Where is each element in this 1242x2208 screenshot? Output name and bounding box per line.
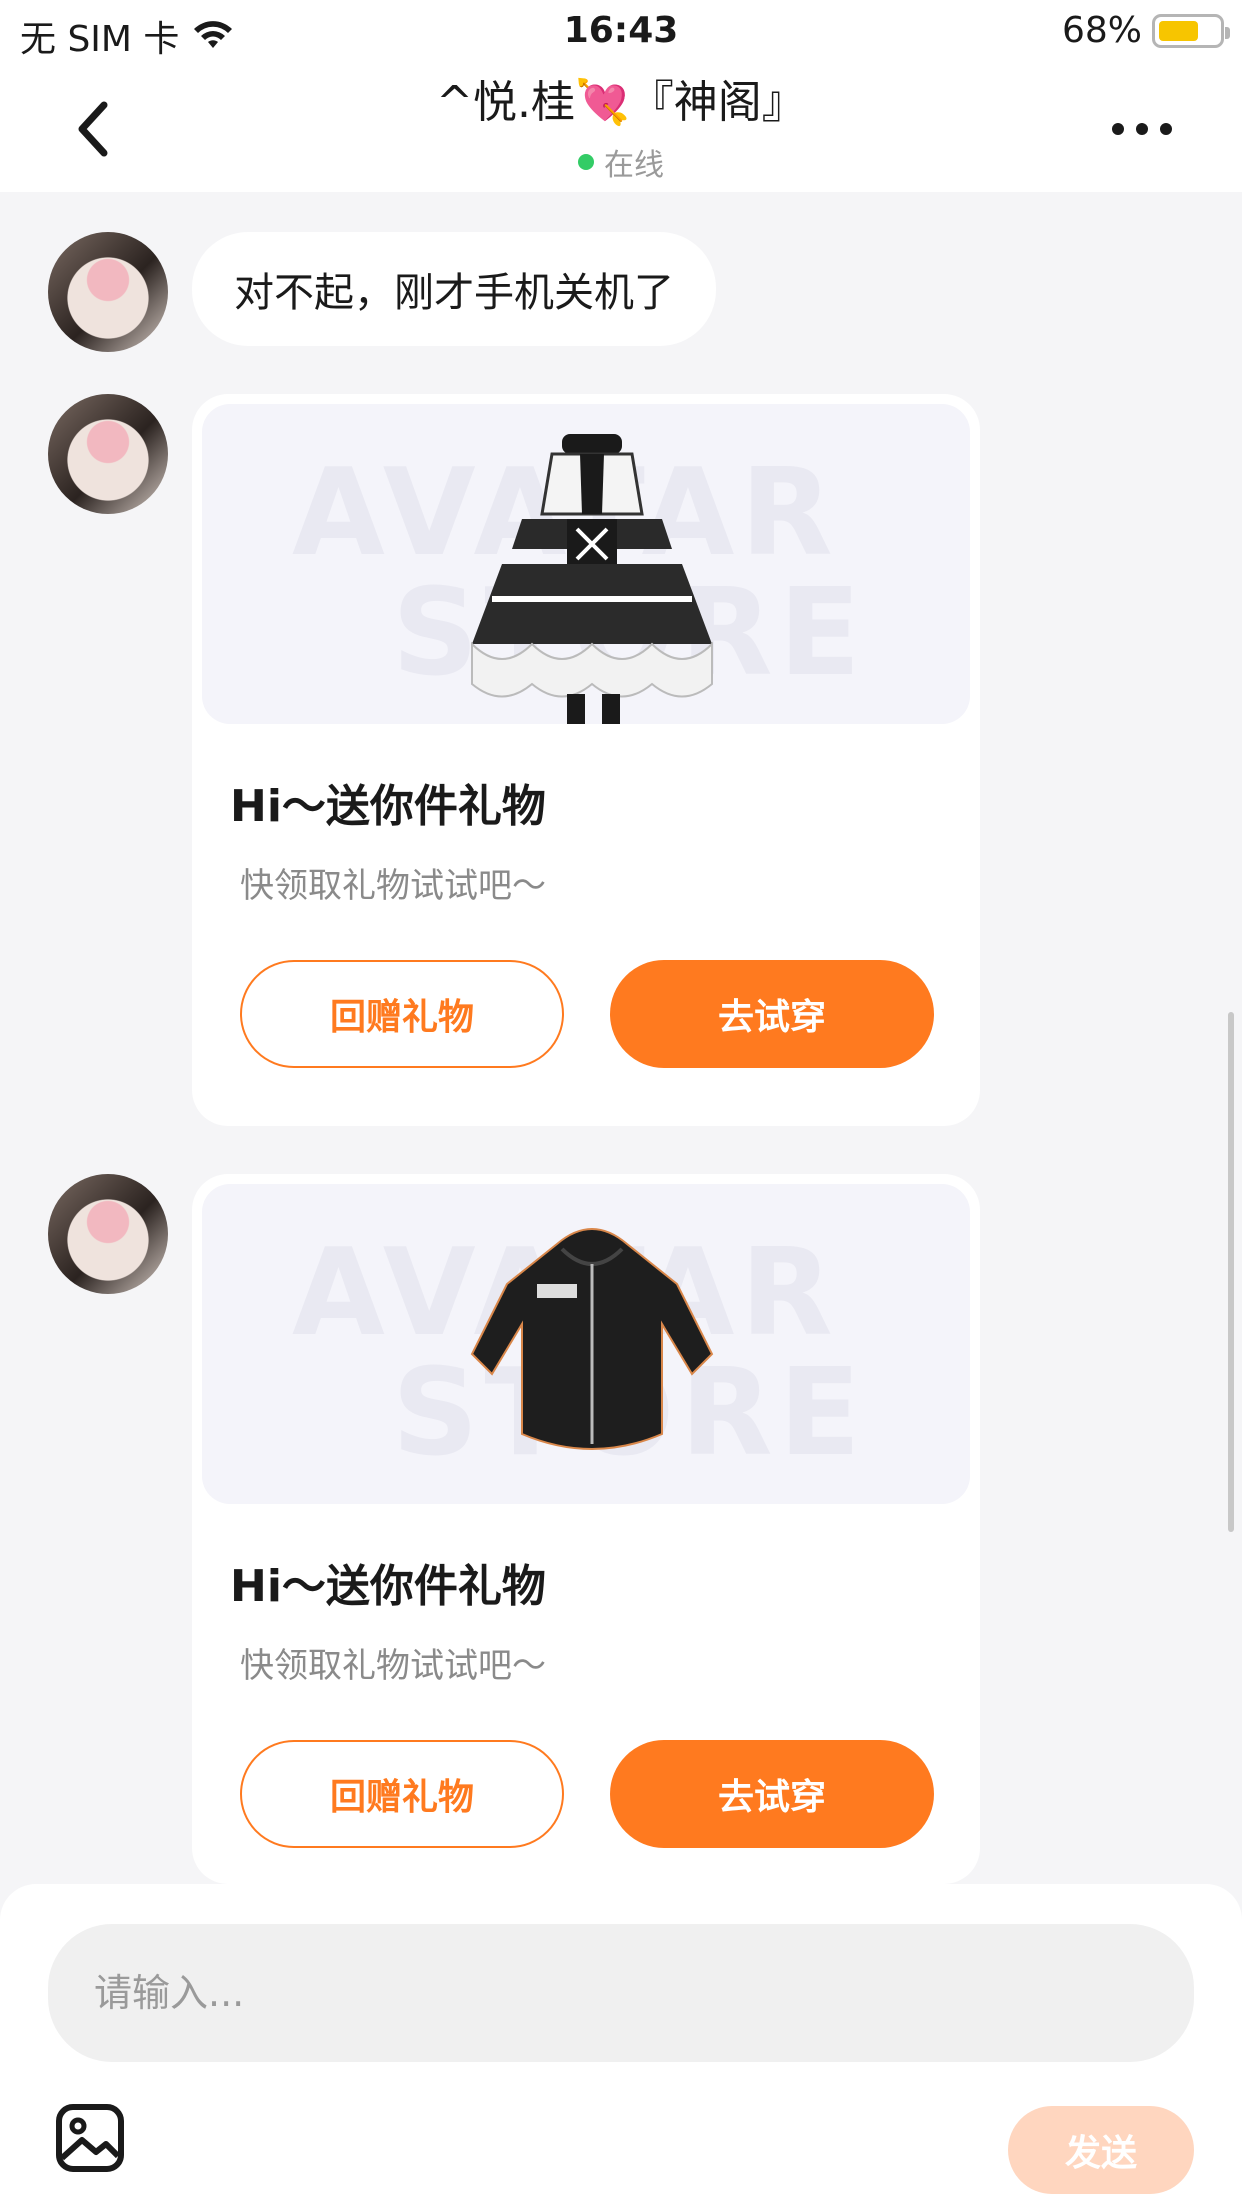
contact-name: ^悦.桂💘『神阁』 — [436, 77, 806, 128]
maid-dress-image — [471, 434, 713, 724]
online-status-label: 在线 — [604, 148, 664, 183]
try-on-button[interactable]: 去试穿 — [610, 1740, 934, 1848]
battery-level — [1159, 20, 1199, 41]
message-bubble: 对不起，刚才手机关机了 — [192, 232, 716, 346]
ellipsis-icon — [1112, 123, 1124, 135]
battery-percent: 68% — [1061, 10, 1142, 51]
gift-title: Hi～送你件礼物 — [230, 781, 546, 832]
online-status: 在线 — [0, 140, 1242, 184]
try-on-button[interactable]: 去试穿 — [610, 960, 934, 1068]
black-hoodie-image — [470, 1228, 714, 1450]
more-button[interactable] — [1112, 114, 1172, 144]
send-button[interactable]: 发送 — [1008, 2106, 1194, 2194]
gift-image[interactable]: AVATAR STORE — [202, 1184, 970, 1504]
avatar[interactable] — [48, 1174, 168, 1294]
message-input[interactable] — [48, 1924, 1194, 2062]
status-time: 16:43 — [563, 10, 679, 51]
gift-card: AVATAR STORE Hi～送你件礼物 快领取礼物试试吧～ 回赠礼物 去试穿 — [192, 394, 980, 1126]
ellipsis-dot — [1160, 123, 1172, 135]
composer: 发送 — [0, 1884, 1242, 2208]
return-gift-button[interactable]: 回赠礼物 — [240, 1740, 564, 1848]
ellipsis-dot — [1136, 123, 1148, 135]
gift-card: AVATAR STORE Hi～送你件礼物 快领取礼物试试吧～ 回赠礼物 去试穿 — [192, 1174, 980, 1884]
battery-icon — [1152, 13, 1230, 48]
online-dot-icon — [578, 154, 594, 170]
avatar[interactable] — [48, 394, 168, 514]
return-gift-button[interactable]: 回赠礼物 — [240, 960, 564, 1068]
message-text: 对不起，刚才手机关机了 — [234, 270, 674, 316]
image-button[interactable] — [54, 2102, 126, 2174]
gift-title: Hi～送你件礼物 — [230, 1561, 546, 1612]
image-icon — [56, 2104, 124, 2172]
gift-subtitle: 快领取礼物试试吧～ — [240, 1646, 546, 1686]
status-right: 68% — [1061, 10, 1230, 51]
avatar[interactable] — [48, 232, 168, 352]
status-bar: 无 SIM 卡 16:43 68% — [0, 0, 1242, 66]
gift-subtitle: 快领取礼物试试吧～ — [240, 866, 546, 906]
chat-header: ^悦.桂💘『神阁』 在线 — [0, 66, 1242, 192]
gift-image[interactable]: AVATAR STORE — [202, 404, 970, 724]
scrollbar[interactable] — [1228, 1012, 1234, 1532]
